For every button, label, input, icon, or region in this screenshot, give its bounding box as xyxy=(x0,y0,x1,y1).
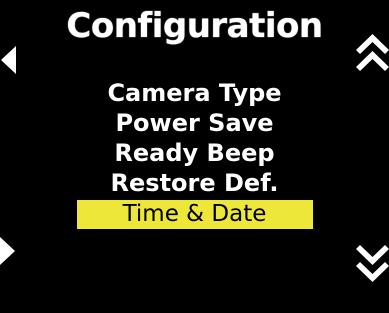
menu-item-camera-type[interactable]: Camera Type xyxy=(0,78,389,108)
menu-item-power-save[interactable]: Power Save xyxy=(0,108,389,138)
left-arrow-icon xyxy=(1,46,16,74)
enter-button[interactable] xyxy=(0,237,16,265)
configuration-menu: Camera Type Power Save Ready Beep Restor… xyxy=(0,78,389,229)
page-title: Configuration xyxy=(66,6,323,46)
device-screen: Configuration Camera Type Power Save Rea… xyxy=(0,0,389,313)
scroll-up-button[interactable] xyxy=(356,34,389,72)
back-button[interactable] xyxy=(0,46,16,74)
right-arrow-icon xyxy=(0,237,15,265)
double-chevron-up-icon xyxy=(356,34,389,71)
double-chevron-down-icon xyxy=(356,245,389,282)
scroll-down-button[interactable] xyxy=(356,244,389,282)
menu-item-ready-beep[interactable]: Ready Beep xyxy=(0,138,389,168)
menu-item-restore-defaults[interactable]: Restore Def. xyxy=(0,168,389,198)
menu-item-time-date[interactable]: Time & Date xyxy=(76,200,313,229)
